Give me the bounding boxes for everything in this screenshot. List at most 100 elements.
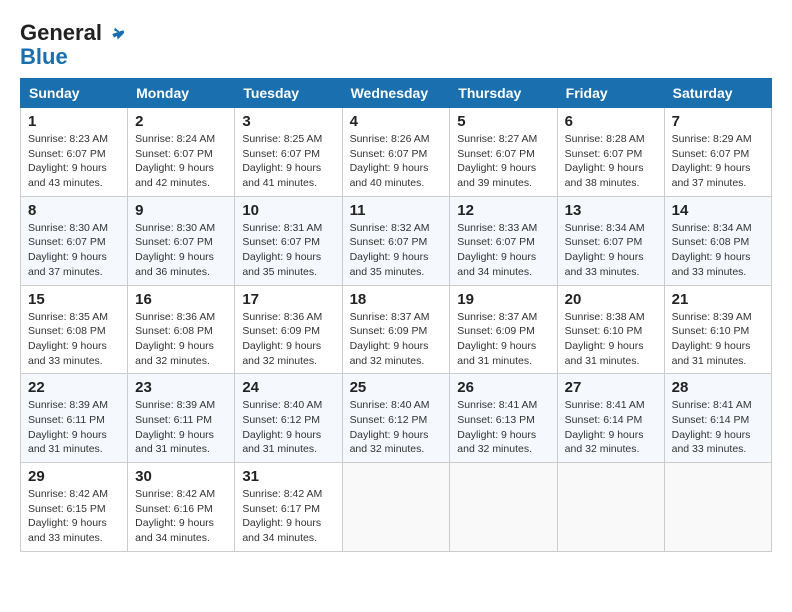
day-number: 20 (565, 291, 657, 308)
calendar-cell (557, 463, 664, 552)
day-info: Sunrise: 8:27 AMSunset: 6:07 PMDaylight:… (457, 132, 549, 191)
day-info: Sunrise: 8:25 AMSunset: 6:07 PMDaylight:… (242, 132, 334, 191)
calendar-cell: 10 Sunrise: 8:31 AMSunset: 6:07 PMDayligh… (235, 196, 342, 285)
day-number: 7 (672, 113, 764, 130)
weekday-header-sunday: Sunday (21, 79, 128, 108)
calendar-cell: 2Sunrise: 8:24 AMSunset: 6:07 PMDaylight… (128, 108, 235, 197)
day-number: 27 (565, 379, 657, 396)
calendar-week-row: 15 Sunrise: 8:35 AMSunset: 6:08 PMDayligh… (21, 285, 772, 374)
calendar-cell: 26 Sunrise: 8:41 AMSunset: 6:13 PMDayligh… (450, 374, 557, 463)
calendar-cell: 12 Sunrise: 8:33 AMSunset: 6:07 PMDayligh… (450, 196, 557, 285)
calendar-cell: 8 Sunrise: 8:30 AMSunset: 6:07 PMDaylight… (21, 196, 128, 285)
day-info: Sunrise: 8:24 AMSunset: 6:07 PMDaylight:… (135, 132, 227, 191)
day-number: 8 (28, 202, 120, 219)
calendar-cell: 13 Sunrise: 8:34 AMSunset: 6:07 PMDayligh… (557, 196, 664, 285)
weekday-header-thursday: Thursday (450, 79, 557, 108)
calendar-cell: 1 Sunrise: 8:23 AMSunset: 6:07 PMDaylight… (21, 108, 128, 197)
weekday-header-wednesday: Wednesday (342, 79, 450, 108)
day-info: Sunrise: 8:26 AMSunset: 6:07 PMDaylight:… (350, 132, 443, 191)
calendar-week-row: 22 Sunrise: 8:39 AMSunset: 6:11 PMDayligh… (21, 374, 772, 463)
day-info: Sunrise: 8:34 AMSunset: 6:07 PMDaylight:… (565, 221, 657, 280)
day-info: Sunrise: 8:35 AMSunset: 6:08 PMDaylight:… (28, 310, 120, 369)
day-number: 10 (242, 202, 334, 219)
day-info: Sunrise: 8:23 AMSunset: 6:07 PMDaylight:… (28, 132, 120, 191)
calendar-body: 1 Sunrise: 8:23 AMSunset: 6:07 PMDaylight… (21, 108, 772, 552)
calendar-cell: 21 Sunrise: 8:39 AMSunset: 6:10 PMDayligh… (664, 285, 771, 374)
day-number: 30 (135, 468, 227, 485)
day-info: Sunrise: 8:36 AMSunset: 6:08 PMDaylight:… (135, 310, 227, 369)
day-info: Sunrise: 8:29 AMSunset: 6:07 PMDaylight:… (672, 132, 764, 191)
day-info: Sunrise: 8:42 AMSunset: 6:17 PMDaylight:… (242, 487, 334, 546)
day-info: Sunrise: 8:33 AMSunset: 6:07 PMDaylight:… (457, 221, 549, 280)
day-info: Sunrise: 8:41 AMSunset: 6:13 PMDaylight:… (457, 398, 549, 457)
calendar-cell: 9 Sunrise: 8:30 AMSunset: 6:07 PMDaylight… (128, 196, 235, 285)
day-number: 3 (242, 113, 334, 130)
day-number: 21 (672, 291, 764, 308)
calendar-header-row: SundayMondayTuesdayWednesdayThursdayFrid… (21, 79, 772, 108)
calendar-cell: 31 Sunrise: 8:42 AMSunset: 6:17 PMDayligh… (235, 463, 342, 552)
day-number: 6 (565, 113, 657, 130)
calendar-cell: 23 Sunrise: 8:39 AMSunset: 6:11 PMDayligh… (128, 374, 235, 463)
calendar-table: SundayMondayTuesdayWednesdayThursdayFrid… (20, 78, 772, 552)
calendar-week-row: 8 Sunrise: 8:30 AMSunset: 6:07 PMDaylight… (21, 196, 772, 285)
calendar-cell: 15 Sunrise: 8:35 AMSunset: 6:08 PMDayligh… (21, 285, 128, 374)
day-number: 16 (135, 291, 227, 308)
weekday-header-tuesday: Tuesday (235, 79, 342, 108)
day-info: Sunrise: 8:39 AMSunset: 6:11 PMDaylight:… (135, 398, 227, 457)
day-info: Sunrise: 8:30 AMSunset: 6:07 PMDaylight:… (135, 221, 227, 280)
calendar-cell (664, 463, 771, 552)
day-number: 18 (350, 291, 443, 308)
day-number: 25 (350, 379, 443, 396)
day-info: Sunrise: 8:31 AMSunset: 6:07 PMDaylight:… (242, 221, 334, 280)
day-info: Sunrise: 8:41 AMSunset: 6:14 PMDaylight:… (672, 398, 764, 457)
day-number: 22 (28, 379, 120, 396)
day-number: 13 (565, 202, 657, 219)
calendar-cell: 3 Sunrise: 8:25 AMSunset: 6:07 PMDaylight… (235, 108, 342, 197)
day-info: Sunrise: 8:39 AMSunset: 6:10 PMDaylight:… (672, 310, 764, 369)
day-number: 31 (242, 468, 334, 485)
day-number: 11 (350, 202, 443, 219)
day-number: 1 (28, 113, 120, 130)
calendar-cell: 24Sunrise: 8:40 AMSunset: 6:12 PMDayligh… (235, 374, 342, 463)
day-number: 23 (135, 379, 227, 396)
day-number: 19 (457, 291, 549, 308)
calendar-cell: 25 Sunrise: 8:40 AMSunset: 6:12 PMDayligh… (342, 374, 450, 463)
calendar-cell: 28 Sunrise: 8:41 AMSunset: 6:14 PMDayligh… (664, 374, 771, 463)
day-info: Sunrise: 8:40 AMSunset: 6:12 PMDaylight:… (350, 398, 443, 457)
calendar-cell: 20 Sunrise: 8:38 AMSunset: 6:10 PMDayligh… (557, 285, 664, 374)
calendar-cell (342, 463, 450, 552)
page-header: General Blue (20, 20, 772, 68)
day-info: Sunrise: 8:42 AMSunset: 6:16 PMDaylight:… (135, 487, 227, 546)
day-info: Sunrise: 8:37 AMSunset: 6:09 PMDaylight:… (350, 310, 443, 369)
day-info: Sunrise: 8:36 AMSunset: 6:09 PMDaylight:… (242, 310, 334, 369)
day-number: 26 (457, 379, 549, 396)
calendar-cell (450, 463, 557, 552)
calendar-cell: 18 Sunrise: 8:37 AMSunset: 6:09 PMDayligh… (342, 285, 450, 374)
day-number: 17 (242, 291, 334, 308)
logo: General Blue (20, 20, 126, 68)
calendar-cell: 4Sunrise: 8:26 AMSunset: 6:07 PMDaylight… (342, 108, 450, 197)
day-number: 15 (28, 291, 120, 308)
day-info: Sunrise: 8:34 AMSunset: 6:08 PMDaylight:… (672, 221, 764, 280)
calendar-week-row: 29Sunrise: 8:42 AMSunset: 6:15 PMDayligh… (21, 463, 772, 552)
calendar-cell: 5Sunrise: 8:27 AMSunset: 6:07 PMDaylight… (450, 108, 557, 197)
day-info: Sunrise: 8:30 AMSunset: 6:07 PMDaylight:… (28, 221, 120, 280)
day-number: 29 (28, 468, 120, 485)
weekday-header-friday: Friday (557, 79, 664, 108)
day-number: 12 (457, 202, 549, 219)
calendar-cell: 14 Sunrise: 8:34 AMSunset: 6:08 PMDayligh… (664, 196, 771, 285)
logo-bird-icon (104, 23, 126, 45)
calendar-cell: 11Sunrise: 8:32 AMSunset: 6:07 PMDayligh… (342, 196, 450, 285)
day-info: Sunrise: 8:38 AMSunset: 6:10 PMDaylight:… (565, 310, 657, 369)
calendar-cell: 7 Sunrise: 8:29 AMSunset: 6:07 PMDaylight… (664, 108, 771, 197)
calendar-cell: 29Sunrise: 8:42 AMSunset: 6:15 PMDayligh… (21, 463, 128, 552)
calendar-cell: 17 Sunrise: 8:36 AMSunset: 6:09 PMDayligh… (235, 285, 342, 374)
weekday-header-monday: Monday (128, 79, 235, 108)
day-info: Sunrise: 8:39 AMSunset: 6:11 PMDaylight:… (28, 398, 120, 457)
calendar-week-row: 1 Sunrise: 8:23 AMSunset: 6:07 PMDaylight… (21, 108, 772, 197)
calendar-cell: 19Sunrise: 8:37 AMSunset: 6:09 PMDayligh… (450, 285, 557, 374)
calendar-cell: 16 Sunrise: 8:36 AMSunset: 6:08 PMDayligh… (128, 285, 235, 374)
day-number: 9 (135, 202, 227, 219)
day-number: 28 (672, 379, 764, 396)
day-number: 14 (672, 202, 764, 219)
